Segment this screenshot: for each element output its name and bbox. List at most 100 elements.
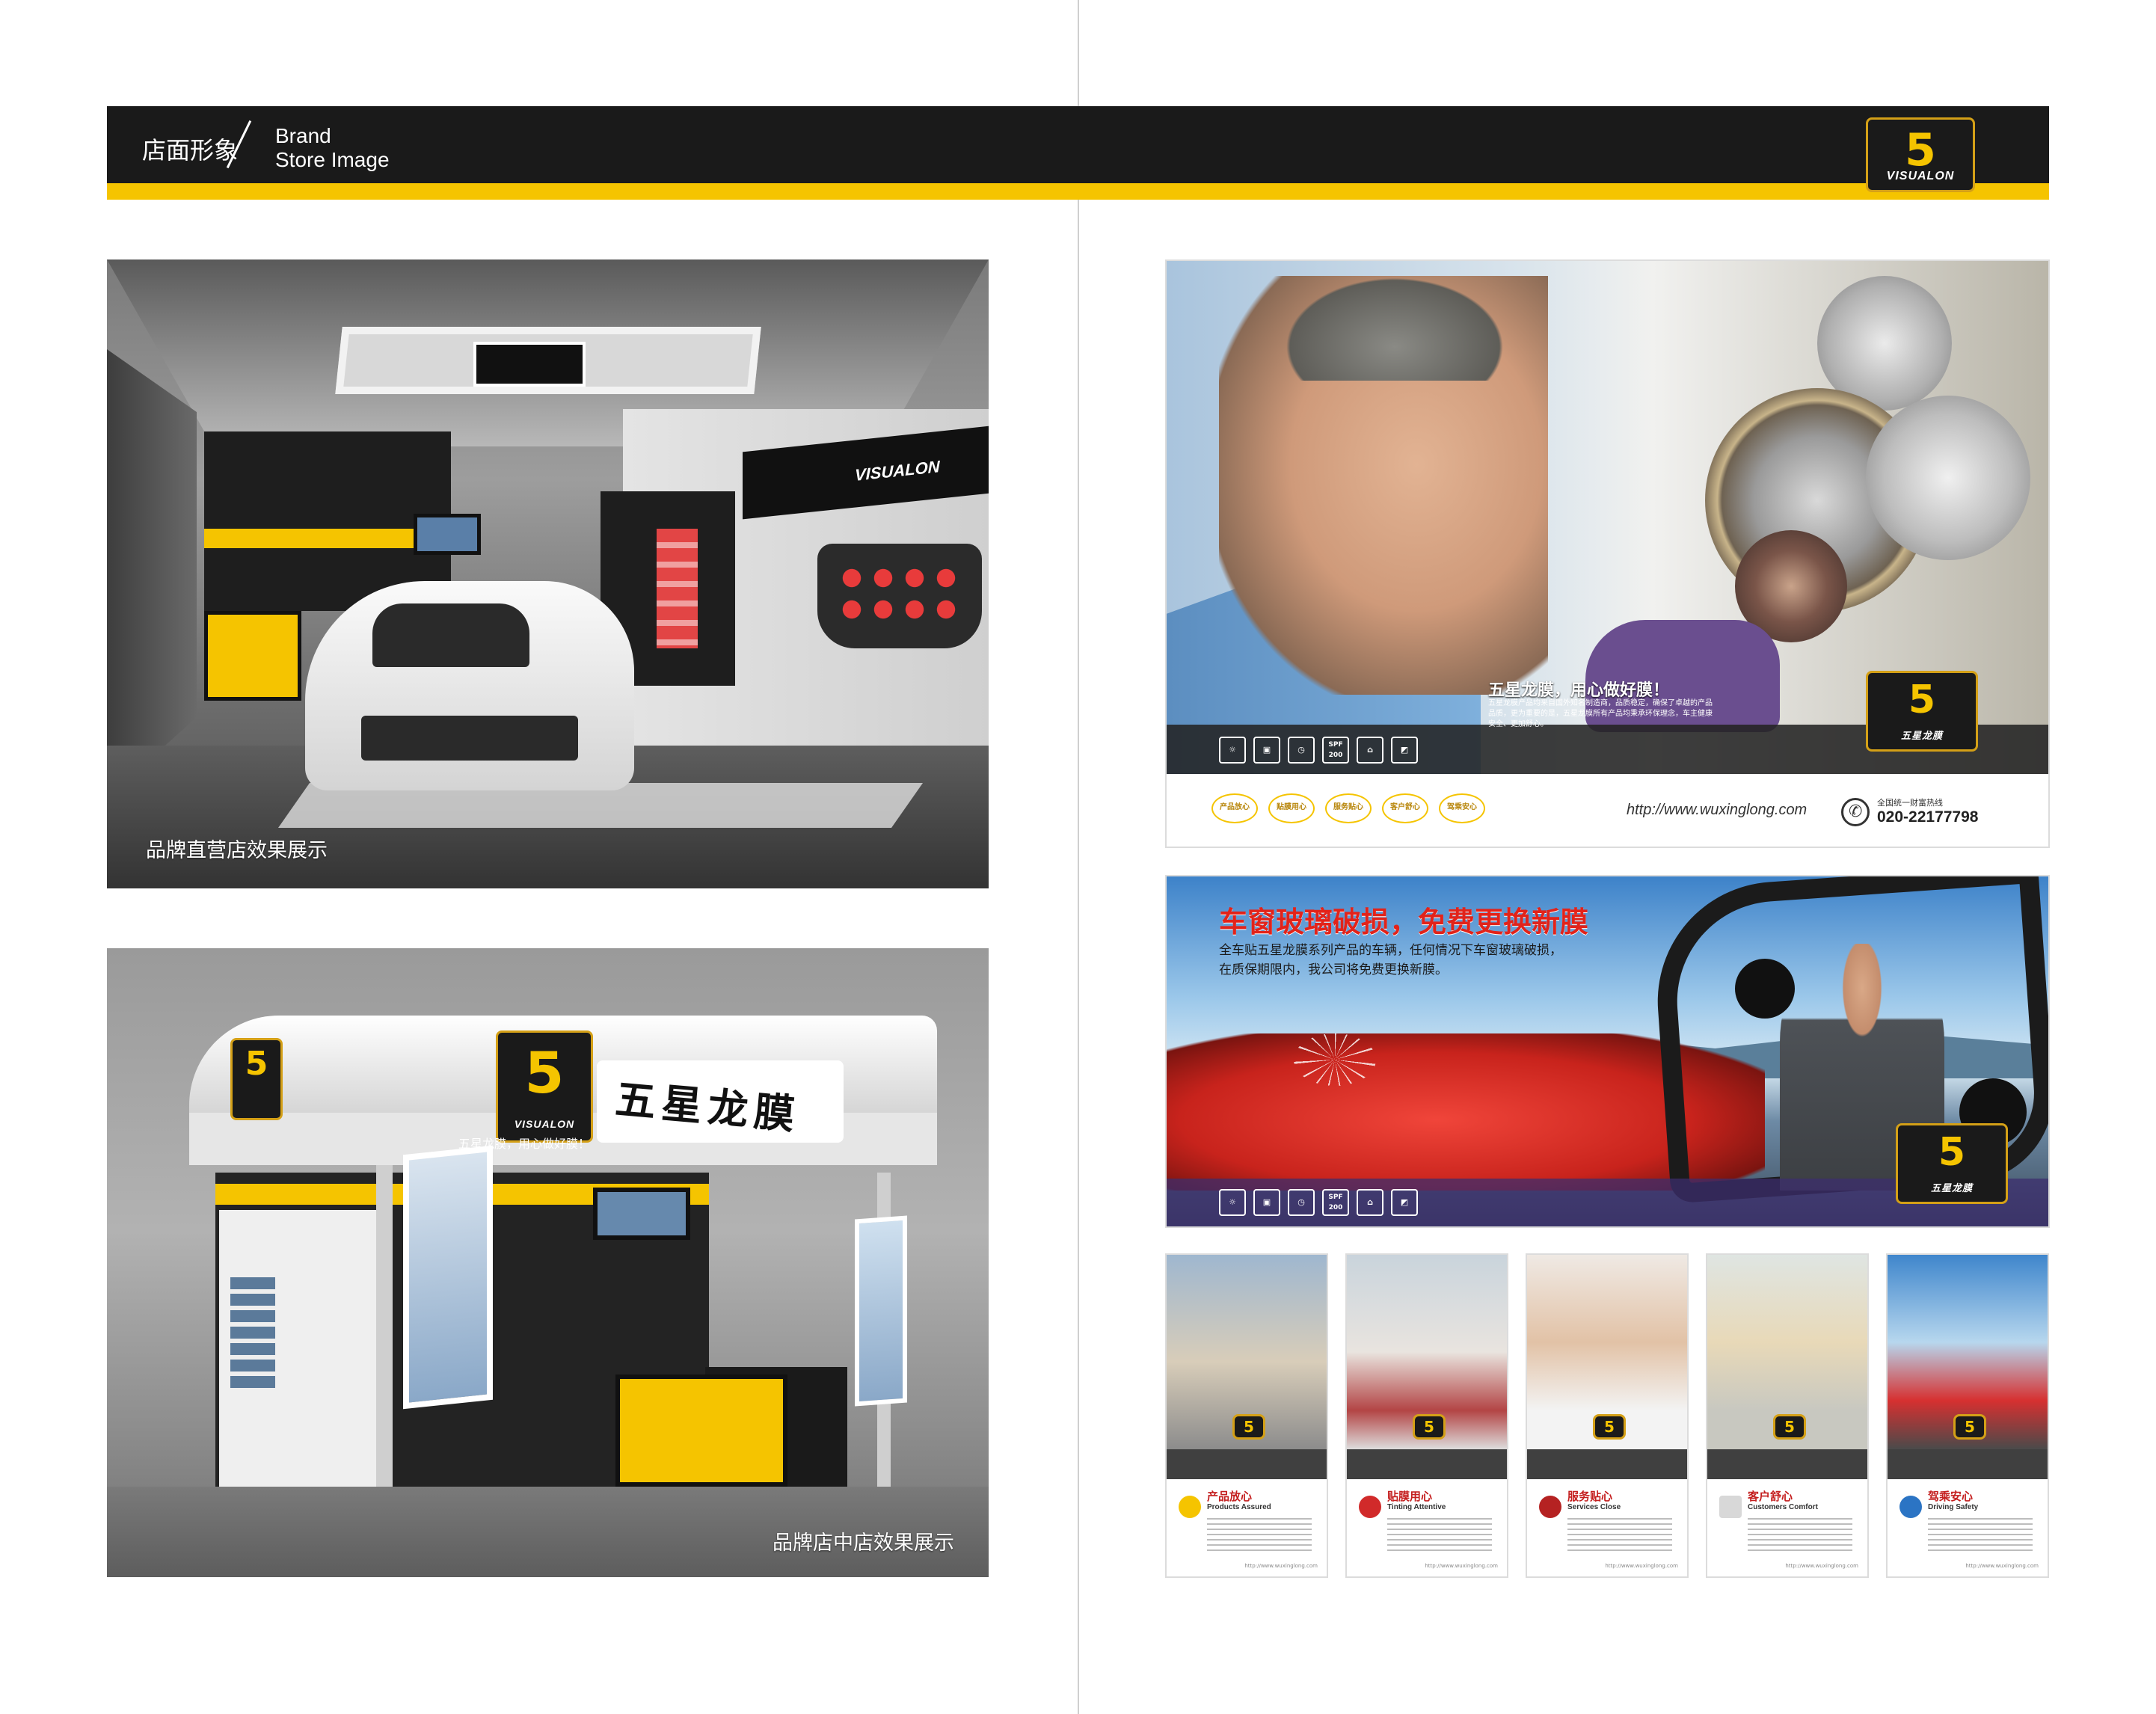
pill-driving: 驾乘安心 xyxy=(1439,793,1485,823)
sun-icon: ☼ xyxy=(1219,1189,1246,1216)
poster-strip xyxy=(1888,1449,2048,1479)
yellow-counter xyxy=(615,1374,787,1487)
spf-icon: SPF 200 xyxy=(1322,737,1349,764)
promise-pills: 产品放心 贴膜用心 服务贴心 客户舒心 驾乘安心 xyxy=(1211,793,1485,823)
installer-badge-icon xyxy=(1359,1496,1381,1518)
house-icon: ⌂ xyxy=(1357,1189,1383,1216)
hotline-number: 020-22177798 xyxy=(1877,808,1979,826)
ceiling-sign xyxy=(473,342,586,387)
logo-letter: 5 xyxy=(1905,123,1936,176)
ad-technician-body: 五星龙膜产品均来自国外知名制造商，品质稳定，确保了卓越的产品品质，更为重要的是，… xyxy=(1488,699,1713,728)
cracked-glass xyxy=(1294,1033,1376,1086)
store-mall-render: 5 5 VISUALON 五星龙膜 五星龙膜，用心做好膜！ 品牌店中店效果展示 xyxy=(107,948,989,1577)
spf-icon: SPF 200 xyxy=(1322,1189,1349,1216)
header-accent-stripe xyxy=(107,183,2049,200)
canopy-logo-left: 5 xyxy=(230,1038,283,1120)
page-fold xyxy=(1078,0,1079,1714)
window-icon: ◩ xyxy=(1391,1189,1418,1216)
poster-logo-letter: 5 xyxy=(1784,1417,1795,1436)
poster-strip xyxy=(1347,1449,1507,1479)
poster-logo-letter: 5 xyxy=(1244,1417,1254,1436)
pill-products: 产品放心 xyxy=(1211,793,1258,823)
poster-title-en: Products Assured xyxy=(1207,1503,1271,1511)
suction-cup-left xyxy=(1735,959,1795,1019)
poster-tinting: 5 贴膜用心 Tinting Attentive http://www.wuxi… xyxy=(1345,1253,1508,1578)
windshield-test-dots xyxy=(836,562,963,630)
poster-strip xyxy=(1707,1449,1867,1479)
poster-products: 5 产品放心 Products Assured http://www.wuxin… xyxy=(1165,1253,1328,1578)
poster-url: http://www.wuxinglong.com xyxy=(1425,1563,1498,1569)
poster-title-cn: 产品放心 xyxy=(1207,1490,1253,1503)
machine-disc xyxy=(1866,396,2030,560)
ad-windshield-body: 全车贴五星龙膜系列产品的车辆，任何情况下车窗玻璃破损， 在质保期限内，我公司将免… xyxy=(1219,941,1562,980)
pill-customer: 客户舒心 xyxy=(1382,793,1428,823)
poster-stand-pole-left xyxy=(376,1165,393,1509)
feature-icons: ☼ ▣ ◷ SPF 200 ⌂ ◩ xyxy=(1219,737,1418,764)
poster-logo: 5 xyxy=(1413,1414,1446,1440)
ad-technician-logo: 5 五星龙膜 xyxy=(1866,671,1978,752)
ad-windshield-logo-letter: 5 xyxy=(1938,1130,1966,1176)
clock-icon: ◷ xyxy=(1288,1189,1315,1216)
poster-logo-letter: 5 xyxy=(1965,1417,1975,1436)
section-title-cn: 店面形象 xyxy=(142,136,239,165)
ad-windshield-body-line2: 在质保期限内，我公司将免费更换新膜。 xyxy=(1219,962,1448,977)
section-title-en-line1: Brand xyxy=(275,124,331,147)
canopy-logo-center-letter: 5 xyxy=(524,1039,565,1106)
poster-driving: 5 驾乘安心 Driving Safety http://www.wuxingl… xyxy=(1886,1253,2049,1578)
film-swatches xyxy=(230,1277,275,1389)
website-url[interactable]: http://www.wuxinglong.com xyxy=(1627,802,1807,819)
poster-url: http://www.wuxinglong.com xyxy=(1244,1563,1318,1569)
window-icon: ◩ xyxy=(1391,737,1418,764)
shield-icon: ▣ xyxy=(1253,1189,1280,1216)
section-title-en: Brand Store Image xyxy=(275,124,390,172)
poster-title-cn: 客户舒心 xyxy=(1748,1490,1793,1503)
poster-url: http://www.wuxinglong.com xyxy=(1605,1563,1678,1569)
service-seal-icon xyxy=(1539,1496,1561,1518)
poster-stand-left xyxy=(403,1145,493,1410)
section-title-en-line2: Store Image xyxy=(275,148,390,171)
ad-technician-logo-word: 五星龙膜 xyxy=(1900,729,1943,741)
canopy-logo-center: 5 VISUALON xyxy=(496,1030,593,1143)
pill-tinting: 贴膜用心 xyxy=(1268,793,1315,823)
canopy-logo-center-word: VISUALON xyxy=(514,1117,575,1130)
ad-windshield-body-line1: 全车贴五星龙膜系列产品的车辆，任何情况下车窗玻璃破损， xyxy=(1219,943,1562,958)
poster-logo: 5 xyxy=(1232,1414,1265,1440)
globe-icon xyxy=(1899,1496,1922,1518)
car-windscreen xyxy=(372,603,529,667)
ad-technician-logo-letter: 5 xyxy=(1908,678,1936,723)
film-sample-rack xyxy=(657,529,698,648)
phone-icon xyxy=(1841,798,1870,826)
ad-windshield-headline: 车窗玻璃破损，免费更换新膜 xyxy=(1219,906,1589,939)
poster-logo: 5 xyxy=(1593,1414,1626,1440)
store-mall-caption: 品牌店中店效果展示 xyxy=(773,1532,954,1555)
poster-body-text xyxy=(1207,1518,1312,1552)
wall-tv xyxy=(414,514,481,555)
car-window-icon xyxy=(1719,1496,1742,1518)
poster-title-cn: 服务贴心 xyxy=(1567,1490,1613,1503)
store-direct-render: VISUALON 品牌直营店效果展示 xyxy=(107,259,989,888)
poster-strip xyxy=(1527,1449,1687,1479)
ad-windshield-logo: 5 五星龙膜 xyxy=(1896,1123,2008,1204)
canopy-logo-left-letter: 5 xyxy=(245,1045,268,1084)
poster-logo: 5 xyxy=(1953,1414,1986,1440)
poster-service: 5 服务贴心 Services Close http://www.wuxingl… xyxy=(1526,1253,1689,1578)
poster-body-text xyxy=(1567,1518,1672,1552)
poster-body-text xyxy=(1748,1518,1852,1552)
poster-strip xyxy=(1167,1449,1327,1479)
left-wall xyxy=(107,349,197,798)
ad-windshield-logo-word: 五星龙膜 xyxy=(1930,1182,1973,1194)
poster-title-en: Driving Safety xyxy=(1928,1503,1979,1511)
poster-title-en: Customers Comfort xyxy=(1748,1503,1818,1511)
hotline-label: 全国统一财富热线 xyxy=(1877,798,1943,808)
ad-technician: 五星龙膜，用心做好膜！ 五星龙膜产品均来自国外知名制造商，品质稳定，确保了卓越的… xyxy=(1165,259,2050,848)
logo-wordmark: VISUALON xyxy=(1886,169,1955,182)
poster-url: http://www.wuxinglong.com xyxy=(1965,1563,2039,1569)
house-icon: ⌂ xyxy=(1357,737,1383,764)
poster-title-cn: 驾乘安心 xyxy=(1928,1490,1974,1503)
header-bar xyxy=(107,106,2049,183)
reception-counter xyxy=(204,611,301,701)
poster-stand-right xyxy=(855,1215,907,1407)
technician-hair xyxy=(1271,268,1518,381)
quality-icon xyxy=(1179,1496,1201,1518)
poster-title-en: Services Close xyxy=(1567,1503,1621,1511)
